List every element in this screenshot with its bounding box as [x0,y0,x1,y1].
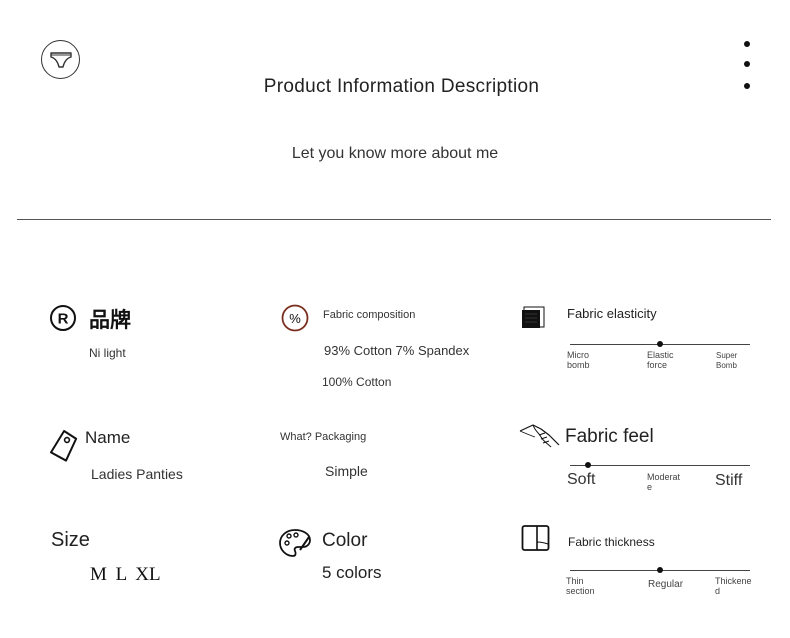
name-value: Ladies Panties [91,466,183,482]
svg-text:%: % [289,311,301,326]
hand-feel-icon [519,423,561,456]
fabric-swatch-icon [521,306,545,335]
fabric-feel-tick-low: Soft [567,471,596,488]
color-label: Color [322,530,368,551]
tag-icon [48,429,78,468]
fabric-thickness-marker [657,567,663,573]
palette-icon [278,528,312,563]
panties-logo-icon [41,40,80,79]
fabric-elasticity-tick-low: Micro bomb [567,350,590,370]
color-value: 5 colors [322,563,382,582]
fabric-thickness-tick-high: Thickene d [715,576,752,596]
page-subtitle: Let you know more about me [291,145,499,162]
page-title: Product Information Description [263,76,540,97]
book-icon [521,524,551,557]
packaging-value: Simple [325,463,368,479]
fabric-thickness-label: Fabric thickness [568,535,655,549]
fabric-composition-value-2: 100% Cotton [322,375,392,389]
fabric-feel-tick-mid: Moderat e [647,472,681,492]
fabric-feel-label: Fabric feel [565,426,654,447]
fabric-elasticity-tick-high: Super Bomb [716,351,738,370]
fabric-thickness-tick-mid: Regular [648,579,684,590]
fabric-feel-scale [570,465,750,466]
divider [17,219,771,220]
svg-text:R: R [58,311,69,328]
size-value: M L XL [90,564,161,585]
registered-icon: R [49,304,77,337]
percent-icon: % [281,304,309,337]
fabric-thickness-tick-low: Thin section [566,576,595,596]
fabric-feel-tick-high: Stiff [715,472,743,489]
fabric-composition-label: Fabric composition [323,309,416,321]
size-label: Size [51,529,90,551]
fabric-feel-marker [585,462,591,468]
fabric-elasticity-marker [657,341,663,347]
brand-label: 品牌 [89,309,131,332]
brand-value: Ni light [89,346,126,360]
fabric-elasticity-label: Fabric elasticity [567,306,657,321]
fabric-elasticity-tick-mid: Elastic force [647,350,674,370]
name-label: Name [85,428,131,447]
packaging-label: What? Packaging [280,431,367,443]
fabric-composition-value-1: 93% Cotton 7% Spandex [324,343,470,358]
